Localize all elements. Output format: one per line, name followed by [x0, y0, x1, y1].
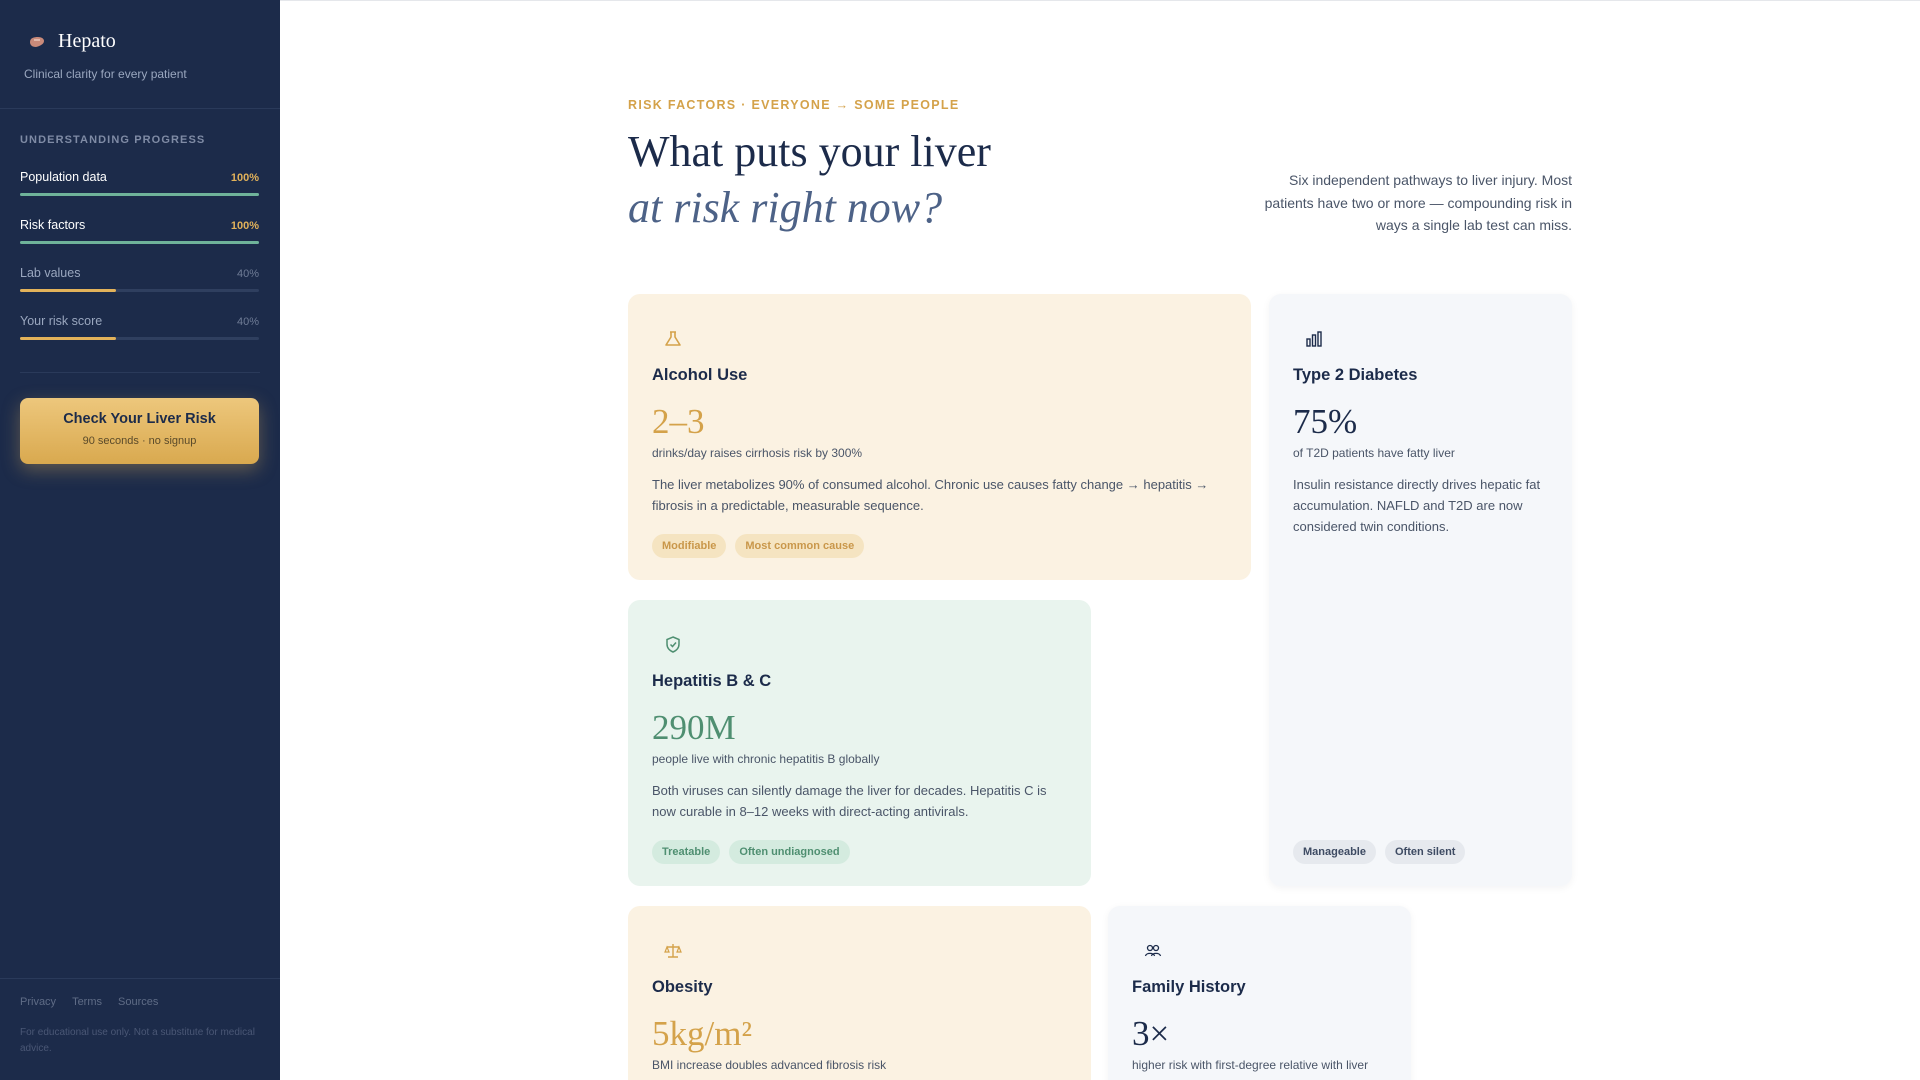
terms-link[interactable]: Terms [72, 996, 102, 1008]
sidebar-divider [20, 372, 260, 373]
sources-link[interactable]: Sources [118, 996, 158, 1008]
progress-label: Population data [20, 170, 107, 184]
people-icon [1142, 940, 1164, 962]
liver-logo-icon [28, 33, 46, 51]
progress-percent: 100% [230, 220, 259, 232]
card-title: Type 2 Diabetes [1293, 366, 1418, 384]
tag: Often undiagnosed [729, 840, 850, 864]
card-body: The liver metabolizes 90% of consumed al… [652, 477, 1209, 513]
card-stat: 2–3 [652, 402, 705, 441]
sidebar: Hepato Clinical clarity for every patien… [0, 0, 280, 1080]
brand-tagline: Clinical clarity for every patient [24, 67, 187, 81]
card-body: Insulin resistance directly drives hepat… [1293, 477, 1541, 534]
cta-subtitle: 90 seconds · no signup [82, 435, 197, 447]
progress-track [20, 289, 259, 292]
tag: Most common cause [735, 534, 865, 558]
progress-label: Risk factors [20, 218, 86, 232]
progress-label: Lab values [20, 266, 81, 280]
progress-percent: 40% [236, 316, 259, 328]
top-border [280, 0, 1920, 1]
progress-track [20, 241, 259, 244]
progress-track [20, 337, 259, 340]
progress-track [20, 193, 259, 196]
card-title: Hepatitis B & C [652, 672, 772, 690]
shield-check-icon [662, 634, 684, 656]
progress-heading: UNDERSTANDING PROGRESS [20, 134, 206, 146]
card-tags: Manageable Often silent [1293, 840, 1466, 864]
card-stat-note: people live with chronic hepatitis B glo… [652, 752, 880, 766]
progress-item-population-data[interactable]: Population data 100% [20, 170, 259, 196]
brand[interactable]: Hepato [0, 0, 280, 53]
bar-chart-icon [1303, 328, 1325, 350]
cta-title: Check Your Liver Risk [63, 411, 216, 427]
sidebar-divider [0, 978, 280, 979]
section-eyebrow: RISK FACTORS · EVERYONE → SOME PEOPLE [628, 98, 960, 112]
card-stat-note: higher risk with first-degree relative w… [1132, 1058, 1369, 1072]
card-stat-note: BMI increase doubles advanced fibrosis r… [652, 1058, 887, 1072]
disclaimer: For educational use only. Not a substitu… [20, 1027, 255, 1054]
check-liver-risk-button[interactable]: Check Your Liver Risk 90 seconds · no si… [20, 398, 259, 464]
card-tags: Treatable Often undiagnosed [652, 840, 850, 864]
scale-icon [662, 940, 684, 962]
card-title: Family History [1132, 978, 1246, 996]
progress-percent: 40% [236, 268, 259, 280]
progress-item-your-risk-score[interactable]: Your risk score 40% [20, 314, 259, 340]
section-intro: Six independent pathways to liver injury… [1264, 172, 1572, 233]
progress-item-risk-factors[interactable]: Risk factors 100% [20, 218, 259, 244]
card-title: Alcohol Use [652, 366, 748, 384]
tag: Often silent [1384, 840, 1466, 864]
card-stat: 3× [1132, 1014, 1170, 1053]
card-stat: 5kg/m² [652, 1014, 752, 1053]
page-title-line2: at risk right now? [628, 183, 943, 232]
progress-item-lab-values[interactable]: Lab values 40% [20, 266, 259, 292]
footer-links: Privacy Terms Sources [20, 996, 158, 1008]
page-title-line1: What puts your liver [628, 127, 991, 176]
card-body: Both viruses can silently damage the liv… [652, 783, 1047, 819]
risk-card-hepatitis[interactable]: Hepatitis B & C 290M people live with ch… [628, 600, 1091, 886]
card-stat-note: drinks/day raises cirrhosis risk by 300% [652, 446, 863, 460]
privacy-link[interactable]: Privacy [20, 996, 56, 1008]
sidebar-divider [0, 108, 280, 109]
flask-icon [662, 328, 684, 350]
card-title: Obesity [652, 978, 713, 996]
card-stat: 290M [652, 708, 736, 747]
risk-card-obesity[interactable]: Obesity 5kg/m² BMI increase doubles adva… [628, 906, 1091, 1080]
progress-fill [20, 337, 116, 340]
progress-label: Your risk score [20, 314, 103, 328]
tag: Modifiable [652, 534, 727, 558]
progress-fill [20, 193, 259, 196]
progress-fill [20, 289, 116, 292]
tag: Treatable [652, 840, 721, 864]
risk-card-diabetes[interactable]: Type 2 Diabetes 75% of T2D patients have… [1269, 294, 1572, 886]
brand-name: Hepato [58, 30, 116, 52]
card-tags: Modifiable Most common cause [652, 534, 865, 558]
progress-fill [20, 241, 259, 244]
card-stat: 75% [1293, 402, 1358, 441]
risk-card-alcohol[interactable]: Alcohol Use 2–3 drinks/day raises cirrho… [628, 294, 1251, 580]
risk-card-family-history[interactable]: Family History 3× higher risk with first… [1108, 906, 1411, 1080]
progress-percent: 100% [230, 172, 259, 184]
card-stat-note: of T2D patients have fatty liver [1293, 446, 1455, 460]
tag: Manageable [1293, 840, 1376, 864]
